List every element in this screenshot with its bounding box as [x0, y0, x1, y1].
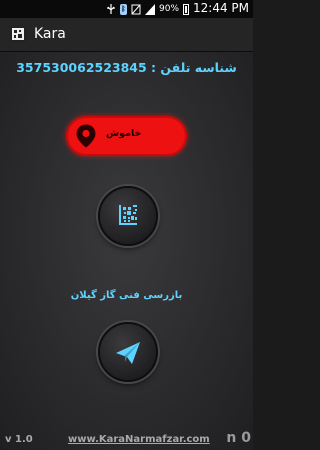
clock: 12:44 PM [193, 1, 249, 15]
barcode-app-icon[interactable] [10, 26, 26, 42]
bluetooth-icon: ᛒ [120, 3, 127, 15]
website-link[interactable]: www.KaraNarmafzar.com [68, 434, 210, 445]
action-bar: Kara [0, 18, 253, 52]
status-toggle-button[interactable]: خاموش [66, 116, 187, 156]
main-panel: شناسه تلفن : 357530062523845 خاموش بازرس… [0, 52, 253, 450]
signal-icon [145, 3, 155, 15]
status-label: خاموش [106, 128, 142, 139]
paper-plane-icon [116, 342, 140, 364]
location-pin-icon [76, 124, 96, 148]
app-title: Kara [34, 26, 66, 42]
scan-barcode-button[interactable] [98, 186, 158, 246]
status-icons: ᛒ 90% [106, 3, 190, 15]
status-bar: ᛒ 90% 12:44 PM [0, 0, 253, 18]
battery-icon [183, 3, 190, 15]
counter-label: n 0 [226, 430, 251, 446]
company-name: بازرسی فنی گاز گیلان [70, 290, 183, 301]
no-sim-icon [131, 4, 141, 14]
usb-icon [107, 3, 115, 14]
phone-id-label: شناسه تلفن : 357530062523845 [16, 60, 237, 75]
battery-percent: 90% [159, 4, 180, 14]
send-button[interactable] [98, 322, 158, 382]
qr-code-icon [119, 205, 137, 225]
app-version: v 1.0 [5, 434, 33, 445]
